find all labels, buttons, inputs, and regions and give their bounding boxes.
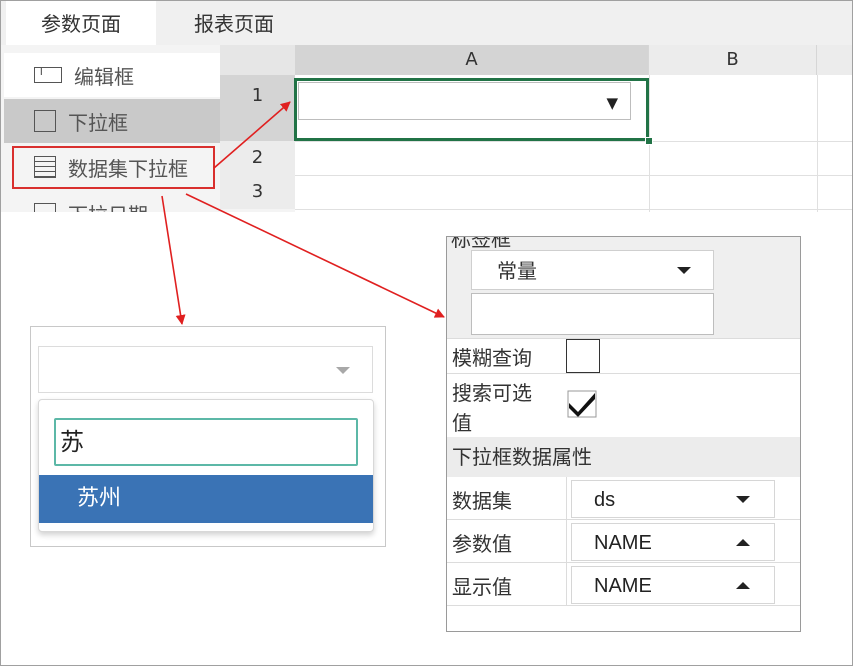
chevron-down-icon bbox=[736, 496, 750, 503]
widget-item-combobox[interactable]: 下拉框 bbox=[4, 99, 220, 143]
chevron-up-icon bbox=[736, 539, 750, 546]
dropdown-search-input[interactable]: 苏 bbox=[54, 418, 358, 466]
textbox-icon bbox=[34, 65, 62, 83]
fill-handle[interactable] bbox=[645, 137, 653, 145]
search-optional-checkbox[interactable] bbox=[564, 387, 598, 421]
row-header-3[interactable]: 3 bbox=[220, 175, 295, 209]
date-picker-icon bbox=[34, 203, 56, 212]
dropdown-panel: 苏 苏州 bbox=[38, 399, 374, 532]
dropdown-arrow-icon: ▼ bbox=[606, 94, 618, 112]
divider bbox=[566, 520, 567, 563]
row-header-1[interactable]: 1 bbox=[220, 75, 295, 141]
grid-line bbox=[295, 175, 852, 176]
widget-label: 数据集下拉框 bbox=[68, 156, 188, 181]
chevron-up-icon bbox=[736, 582, 750, 589]
combobox-icon bbox=[34, 110, 56, 132]
widget-label: 编辑框 bbox=[74, 64, 134, 89]
property-label: 参数值 bbox=[452, 532, 512, 556]
grid-line bbox=[295, 141, 852, 142]
tab-report-page[interactable]: 报表页面 bbox=[159, 1, 309, 45]
chevron-down-icon bbox=[336, 367, 350, 374]
divider bbox=[447, 338, 800, 339]
column-header-a[interactable]: A bbox=[295, 45, 649, 75]
property-label: 显示值 bbox=[452, 575, 512, 599]
search-optional-label: 搜索可选 bbox=[452, 381, 532, 405]
grid-line bbox=[817, 75, 818, 212]
select-value: ds bbox=[594, 489, 616, 511]
cell-combobox-widget[interactable]: ▼ bbox=[298, 82, 631, 120]
checkmark-icon bbox=[567, 390, 597, 418]
tab-parameter-page[interactable]: 参数页面 bbox=[6, 1, 156, 45]
divider bbox=[447, 373, 800, 374]
search-optional-label-cont: 值 bbox=[452, 411, 472, 435]
fuzzy-query-checkbox[interactable] bbox=[566, 339, 600, 373]
property-row-param-value: 参数值 NAME bbox=[447, 520, 800, 563]
sheet-corner[interactable] bbox=[220, 45, 295, 75]
divider bbox=[566, 563, 567, 606]
widget-item-textbox[interactable]: 编辑框 bbox=[4, 53, 220, 97]
dropdown-data-section-header: 下拉框数据属性 bbox=[447, 437, 800, 477]
widget-label: 下拉日期 bbox=[68, 199, 148, 213]
divider bbox=[566, 477, 567, 520]
combobox-preview: 苏 苏州 bbox=[30, 326, 386, 547]
dataset-select[interactable]: ds bbox=[571, 480, 775, 518]
property-row-display-value: 显示值 NAME bbox=[447, 563, 800, 606]
param-value-select[interactable]: NAME bbox=[571, 523, 775, 561]
column-header-c[interactable] bbox=[817, 45, 852, 75]
select-value: NAME bbox=[594, 532, 652, 554]
dataset-combobox-icon bbox=[34, 156, 56, 178]
widget-label: 下拉框 bbox=[68, 110, 128, 135]
constant-value-input[interactable] bbox=[471, 293, 714, 335]
dropdown-option[interactable]: 苏州 bbox=[39, 475, 373, 523]
property-panel: 标签框 常量 模糊查询 搜索可选 值 下拉框数据属性 数据集 ds 参数值 NA… bbox=[446, 236, 801, 632]
widget-item-dataset-combobox[interactable]: 数据集下拉框 bbox=[4, 145, 220, 189]
select-value: NAME bbox=[594, 575, 652, 597]
display-value-select[interactable]: NAME bbox=[571, 566, 775, 604]
fuzzy-query-label: 模糊查询 bbox=[452, 346, 532, 370]
preview-combobox[interactable] bbox=[38, 346, 373, 393]
column-header-b[interactable]: B bbox=[649, 45, 817, 75]
grid-line bbox=[295, 209, 852, 210]
property-row-dataset: 数据集 ds bbox=[447, 477, 800, 520]
constant-select[interactable]: 常量 bbox=[471, 250, 714, 290]
constant-select-value: 常量 bbox=[497, 259, 537, 283]
tab-bar: 参数页面 报表页面 bbox=[1, 1, 852, 45]
widget-item-date-picker[interactable]: 下拉日期 bbox=[4, 191, 220, 212]
property-label: 数据集 bbox=[452, 489, 512, 513]
chevron-down-icon bbox=[677, 267, 691, 274]
row-header-2[interactable]: 2 bbox=[220, 141, 295, 175]
